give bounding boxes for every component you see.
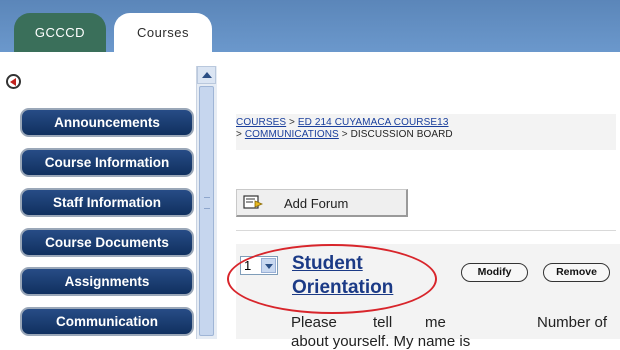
remove-button[interactable]: Remove: [543, 263, 610, 282]
desc-word: me: [425, 314, 446, 331]
divider: [236, 230, 616, 231]
breadcrumb-separator: >: [289, 117, 295, 128]
breadcrumb-current: DISCUSSION BOARD: [350, 129, 453, 140]
add-forum-icon: [243, 195, 263, 209]
breadcrumb-course-link[interactable]: ED 214 CUYAMACA COURSE13: [298, 117, 449, 128]
top-tab-bar: GCCCD Courses: [0, 0, 620, 52]
breadcrumb-separator: >: [236, 129, 242, 140]
breadcrumb-courses-link[interactable]: COURSES: [236, 117, 286, 128]
menu-item-course-documents[interactable]: Course Documents: [20, 228, 194, 257]
menu-item-announcements[interactable]: Announcements: [20, 108, 194, 137]
menu-item-staff-information[interactable]: Staff Information: [20, 188, 194, 217]
modify-button[interactable]: Modify: [461, 263, 528, 282]
menu-item-assignments[interactable]: Assignments: [20, 267, 194, 296]
collapse-menu-icon[interactable]: [6, 74, 21, 89]
tab-gcccd[interactable]: GCCCD: [14, 13, 106, 52]
breadcrumb: COURSES > ED 214 CUYAMACA COURSE13 > COM…: [236, 114, 616, 150]
tab-courses[interactable]: Courses: [114, 13, 212, 52]
menu-item-communication[interactable]: Communication: [20, 307, 194, 336]
add-forum-button[interactable]: Add Forum: [236, 189, 408, 217]
forum-description-line2: about yourself. My name is: [291, 333, 471, 350]
desc-word: Number of: [537, 314, 608, 331]
scroll-grip-icon: [204, 197, 210, 209]
sidebar-scrollbar[interactable]: [196, 66, 217, 339]
highlight-annotation: [227, 244, 437, 314]
scroll-thumb[interactable]: [199, 86, 214, 336]
breadcrumb-separator: >: [341, 129, 348, 140]
scroll-up-arrow-icon[interactable]: [197, 66, 216, 84]
menu-item-course-information[interactable]: Course Information: [20, 148, 194, 177]
add-forum-label: Add Forum: [284, 196, 349, 211]
breadcrumb-communications-link[interactable]: COMMUNICATIONS: [245, 129, 339, 140]
desc-word: Please: [291, 314, 337, 331]
desc-word: tell: [373, 314, 393, 331]
